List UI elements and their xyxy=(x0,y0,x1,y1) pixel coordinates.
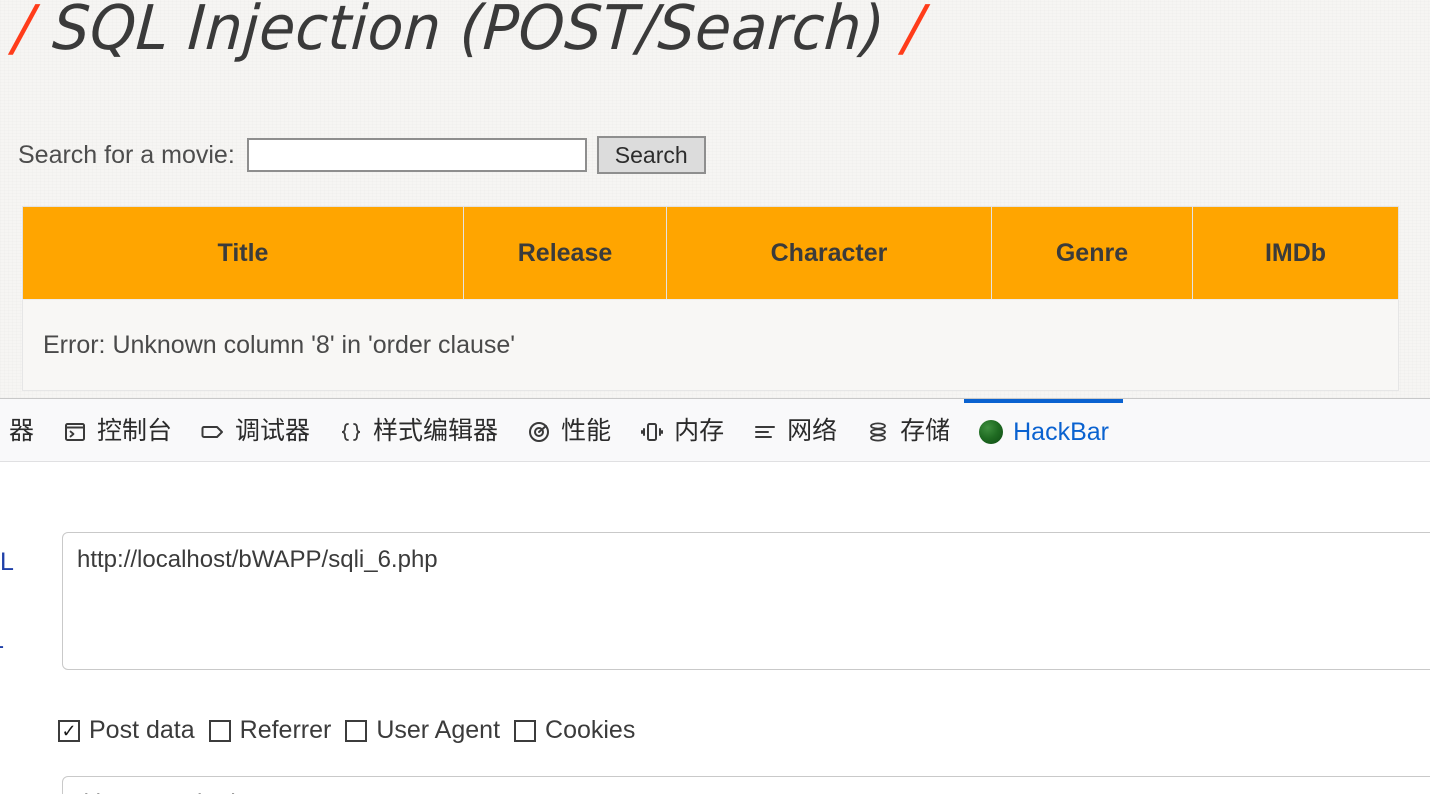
page-title-text: SQL Injection (POST/Search) xyxy=(50,0,888,65)
devtools-tab-console[interactable]: 控制台 xyxy=(48,399,186,461)
hackbar-checkbox-user-agent[interactable]: User Agent xyxy=(345,716,500,745)
hackbar-url-label: RL xyxy=(0,548,14,576)
devtools-tab-label: 内存 xyxy=(674,417,725,445)
devtools-tab-hackbar[interactable]: HackBar xyxy=(964,399,1123,461)
hackbar-panel: RL L http://localhost/bWAPP/sqli_6.php ✓… xyxy=(0,462,1430,794)
hackbar-sql-label: L xyxy=(0,626,4,655)
hackbar-checkbox-post-data[interactable]: ✓ Post data xyxy=(58,716,195,745)
devtools-tab-label: 存储 xyxy=(900,417,951,445)
devtools-tab-label: 性能 xyxy=(561,417,612,445)
title-slash-left: / xyxy=(11,0,37,65)
column-header-title[interactable]: Title xyxy=(22,206,464,300)
hackbar-icon xyxy=(978,419,1004,445)
search-label: Search for a movie: xyxy=(18,140,235,169)
devtools-tab-style-editor[interactable]: 样式编辑器 xyxy=(324,399,512,461)
checkbox-label: Post data xyxy=(89,716,195,744)
storage-icon xyxy=(865,419,891,445)
devtools-tab-label: 控制台 xyxy=(97,417,173,445)
devtools-tab-label: 样式编辑器 xyxy=(373,417,499,445)
column-header-release[interactable]: Release xyxy=(463,206,667,300)
title-slash-right: / xyxy=(901,0,927,65)
devtools-tab-inspector[interactable]: 器 xyxy=(0,399,48,461)
movie-search-form: Search for a movie: Search xyxy=(18,136,706,174)
performance-icon xyxy=(526,419,552,445)
devtools-tab-bar: 器 控制台 调试器 样式编辑器 性能 内存 网络 存储 HackBar xyxy=(0,399,1430,462)
search-button[interactable]: Search xyxy=(596,136,706,174)
checkbox-label: User Agent xyxy=(376,716,501,744)
checkbox-box[interactable]: ✓ xyxy=(58,719,80,742)
devtools-tab-network[interactable]: 网络 xyxy=(738,399,851,461)
movie-results-table: Title Release Character Genre IMDb Error… xyxy=(22,206,1399,391)
network-icon xyxy=(752,419,778,445)
devtools-tab-storage[interactable]: 存储 xyxy=(851,399,964,461)
devtools-tab-label: HackBar xyxy=(1013,417,1109,446)
devtools-tab-label: 器 xyxy=(9,417,35,445)
devtools-tab-performance[interactable]: 性能 xyxy=(512,399,625,461)
checkbox-label: Referrer xyxy=(239,716,332,744)
screenshot-root: / SQL Injection (POST/Search) / Search f… xyxy=(0,0,1430,794)
hackbar-url-input[interactable]: http://localhost/bWAPP/sqli_6.php xyxy=(62,532,1430,670)
devtools-tab-label: 网络 xyxy=(787,417,838,445)
page-title: / SQL Injection (POST/Search) / xyxy=(11,0,926,64)
debugger-icon xyxy=(200,419,226,445)
hackbar-checkbox-cookies[interactable]: Cookies xyxy=(514,716,635,745)
devtools-tab-label: 调试器 xyxy=(235,417,311,445)
devtools-tab-memory[interactable]: 内存 xyxy=(625,399,738,461)
hackbar-options-row: ✓ Post data Referrer User Agent Cookies xyxy=(58,716,649,745)
table-row: Error: Unknown column '8' in 'order clau… xyxy=(22,299,1399,391)
sql-error-message: Error: Unknown column '8' in 'order clau… xyxy=(22,299,1399,391)
search-input[interactable] xyxy=(246,138,587,172)
style-editor-icon xyxy=(338,419,364,445)
checkbox-box[interactable] xyxy=(514,719,537,742)
hackbar-checkbox-referrer[interactable]: Referrer xyxy=(208,716,332,745)
column-header-imdb[interactable]: IMDb xyxy=(1192,206,1399,300)
console-icon xyxy=(62,419,88,445)
column-header-genre[interactable]: Genre xyxy=(991,206,1193,300)
hackbar-post-data-input[interactable]: title=1%'order by 8 #+ xyxy=(62,776,1430,794)
memory-icon xyxy=(639,419,665,445)
devtools-panel: 器 控制台 调试器 样式编辑器 性能 内存 网络 存储 HackBar L ht… xyxy=(0,398,1430,794)
devtools-tab-debugger[interactable]: 调试器 xyxy=(186,399,324,461)
checkbox-box[interactable] xyxy=(345,719,368,742)
table-header-row: Title Release Character Genre IMDb xyxy=(22,206,1399,300)
column-header-character[interactable]: Character xyxy=(666,206,992,300)
checkbox-box[interactable] xyxy=(208,719,231,742)
browser-content-area: / SQL Injection (POST/Search) / Search f… xyxy=(0,0,1430,398)
checkbox-label: Cookies xyxy=(545,716,636,744)
